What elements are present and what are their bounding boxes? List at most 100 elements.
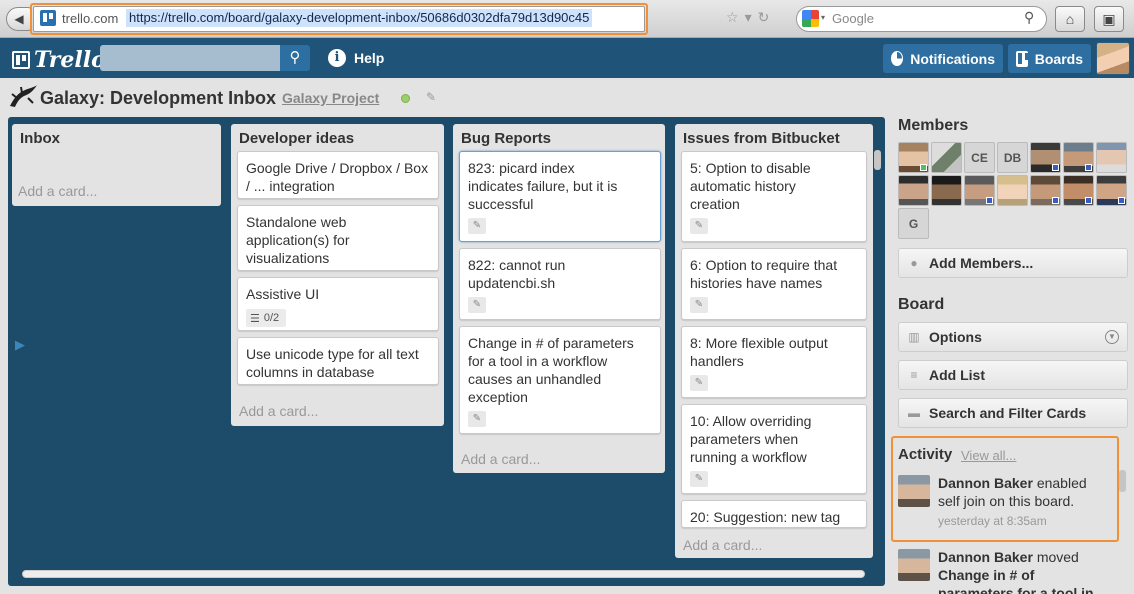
boards-button[interactable]: Boards [1008, 44, 1091, 73]
member-avatar[interactable] [898, 142, 929, 173]
edit-board-pencil-icon[interactable]: ✎ [426, 90, 436, 104]
card[interactable]: 10: Allow overriding parameters when run… [681, 404, 867, 494]
card[interactable]: Standalone web application(s) for visual… [237, 205, 439, 271]
card[interactable]: Assistive UI ☰ 0/2 [237, 277, 439, 331]
board-options-icon: ▥ [908, 330, 920, 344]
member-avatar[interactable] [931, 175, 962, 206]
list-scrollbar[interactable] [874, 150, 881, 170]
activity-user[interactable]: Dannon Baker [938, 475, 1033, 491]
board-title[interactable]: Galaxy: Development Inbox [40, 88, 276, 109]
add-card-link[interactable]: Add a card... [18, 183, 97, 199]
view-all-link[interactable]: View all... [961, 448, 1016, 463]
card[interactable]: 822: cannot run updatencbi.sh ✎ [459, 248, 661, 320]
member-avatar[interactable]: G [898, 208, 929, 239]
bookmark-star-icon[interactable]: ☆ [726, 9, 745, 25]
list-title[interactable]: Issues from Bitbucket [683, 130, 840, 147]
card[interactable]: 20: Suggestion: new tag [681, 500, 867, 528]
member-avatar[interactable] [964, 175, 995, 206]
edit-card-pencil-icon[interactable]: ✎ [690, 297, 708, 313]
card[interactable]: 8: More flexible output handlers ✎ [681, 326, 867, 398]
card[interactable]: 6: Option to require that histories have… [681, 248, 867, 320]
status-icon [1085, 164, 1092, 171]
options-button[interactable]: ▥ Options ▼ [898, 322, 1128, 352]
checklist-count: 0/2 [263, 312, 280, 324]
card[interactable]: 5: Option to disable automatic history c… [681, 151, 867, 242]
card[interactable]: Change in # of parameters for a tool in … [459, 326, 661, 434]
member-avatar[interactable] [1063, 175, 1094, 206]
search-icon[interactable]: ⚲ [1024, 9, 1034, 26]
activity-user[interactable]: Dannon Baker [938, 549, 1033, 565]
activity-target-card[interactable]: Change in # of [938, 567, 1034, 583]
search-engine-caret-icon[interactable]: ▾ [821, 13, 825, 22]
board-horizontal-scrollbar[interactable] [22, 570, 865, 578]
home-button[interactable]: ⌂ [1055, 6, 1085, 32]
user-avatar[interactable] [1096, 42, 1130, 75]
search-button[interactable]: ⚲ [280, 45, 310, 71]
add-card-link[interactable]: Add a card... [239, 403, 318, 419]
member-initials: CE [971, 151, 988, 165]
card-title: 20: Suggestion: new tag [690, 509, 841, 525]
google-logo-icon[interactable] [802, 10, 819, 27]
extension-icon: ▣ [1102, 11, 1116, 27]
boards-icon [1016, 50, 1029, 67]
add-card-link[interactable]: Add a card... [461, 451, 540, 467]
board-search-input[interactable] [100, 45, 280, 71]
edit-card-pencil-icon[interactable]: ✎ [690, 471, 708, 487]
list-title[interactable]: Bug Reports [461, 130, 551, 147]
member-avatar[interactable] [1030, 175, 1061, 206]
add-list-button[interactable]: ≡ Add List [898, 360, 1128, 390]
card-title: Change in # of parameters for a tool in … [468, 335, 634, 405]
list-title[interactable]: Inbox [20, 130, 60, 147]
reload-icon[interactable]: ↻ [758, 9, 776, 25]
trello-logo[interactable]: Trello [12, 47, 106, 73]
activity-avatar[interactable] [898, 475, 930, 507]
online-status-icon [920, 164, 927, 171]
edit-card-pencil-icon[interactable]: ✎ [468, 411, 486, 427]
card-title: 5: Option to disable automatic history c… [690, 160, 811, 212]
member-avatar[interactable] [1030, 142, 1061, 173]
member-avatar[interactable]: CE [964, 142, 995, 173]
url-bar-icons: ☆▾↻ [726, 9, 775, 26]
add-members-button[interactable]: ● Add Members... [898, 248, 1128, 278]
add-card-link[interactable]: Add a card... [683, 537, 762, 553]
url-text[interactable]: https://trello.com/board/galaxy-developm… [126, 9, 593, 27]
search-filter-button[interactable]: ▬ Search and Filter Cards [898, 398, 1128, 428]
organization-link[interactable]: Galaxy Project [282, 90, 379, 106]
help-link[interactable]: i Help [328, 49, 384, 67]
member-avatar[interactable] [898, 175, 929, 206]
extension-button[interactable]: ▣ [1094, 6, 1124, 32]
back-button[interactable]: ◀ [6, 7, 32, 31]
card[interactable]: 823: picard index indicates failure, but… [459, 151, 661, 242]
checklist-badge: ☰ 0/2 [246, 309, 286, 327]
activity-avatar[interactable] [898, 549, 930, 581]
filter-icon: ▬ [908, 406, 920, 420]
edit-card-pencil-icon[interactable]: ✎ [690, 218, 708, 234]
edit-card-pencil-icon[interactable]: ✎ [690, 375, 708, 391]
list-bug-reports: Bug Reports 823: picard index indicates … [453, 124, 665, 473]
member-avatar[interactable] [997, 175, 1028, 206]
notifications-button[interactable]: Notifications [883, 44, 1003, 73]
edit-card-pencil-icon[interactable]: ✎ [468, 218, 486, 234]
collapse-arrow-icon[interactable]: ▶ [15, 337, 25, 353]
member-avatar[interactable] [1063, 142, 1094, 173]
sidebar-scrollbar[interactable] [1119, 470, 1126, 492]
card[interactable]: Use unicode type for all text columns in… [237, 337, 439, 385]
dropdown-icon[interactable]: ▾ [745, 9, 758, 25]
logo-text: Trello [34, 47, 106, 73]
browser-search-placeholder: Google [832, 11, 874, 26]
member-avatar[interactable] [1096, 142, 1127, 173]
card[interactable]: Google Drive / Dropbox / Box / ... integ… [237, 151, 439, 199]
member-avatar[interactable]: DB [997, 142, 1028, 173]
member-avatar[interactable] [931, 142, 962, 173]
edit-card-pencil-icon[interactable]: ✎ [468, 297, 486, 313]
list-title[interactable]: Developer ideas [239, 130, 354, 147]
card-title: 6: Option to require that histories have… [690, 257, 838, 291]
activity-text: moved [1036, 549, 1079, 565]
help-label: Help [354, 50, 385, 66]
back-arrow-icon: ◀ [14, 12, 24, 26]
board-heading: Board [898, 296, 945, 313]
checklist-icon: ☰ [250, 312, 260, 325]
activity-target-card-overflow[interactable]: parameters for a tool in [938, 585, 1094, 594]
member-avatar[interactable] [1096, 175, 1127, 206]
card-title: 823: picard index indicates failure, but… [468, 160, 618, 212]
